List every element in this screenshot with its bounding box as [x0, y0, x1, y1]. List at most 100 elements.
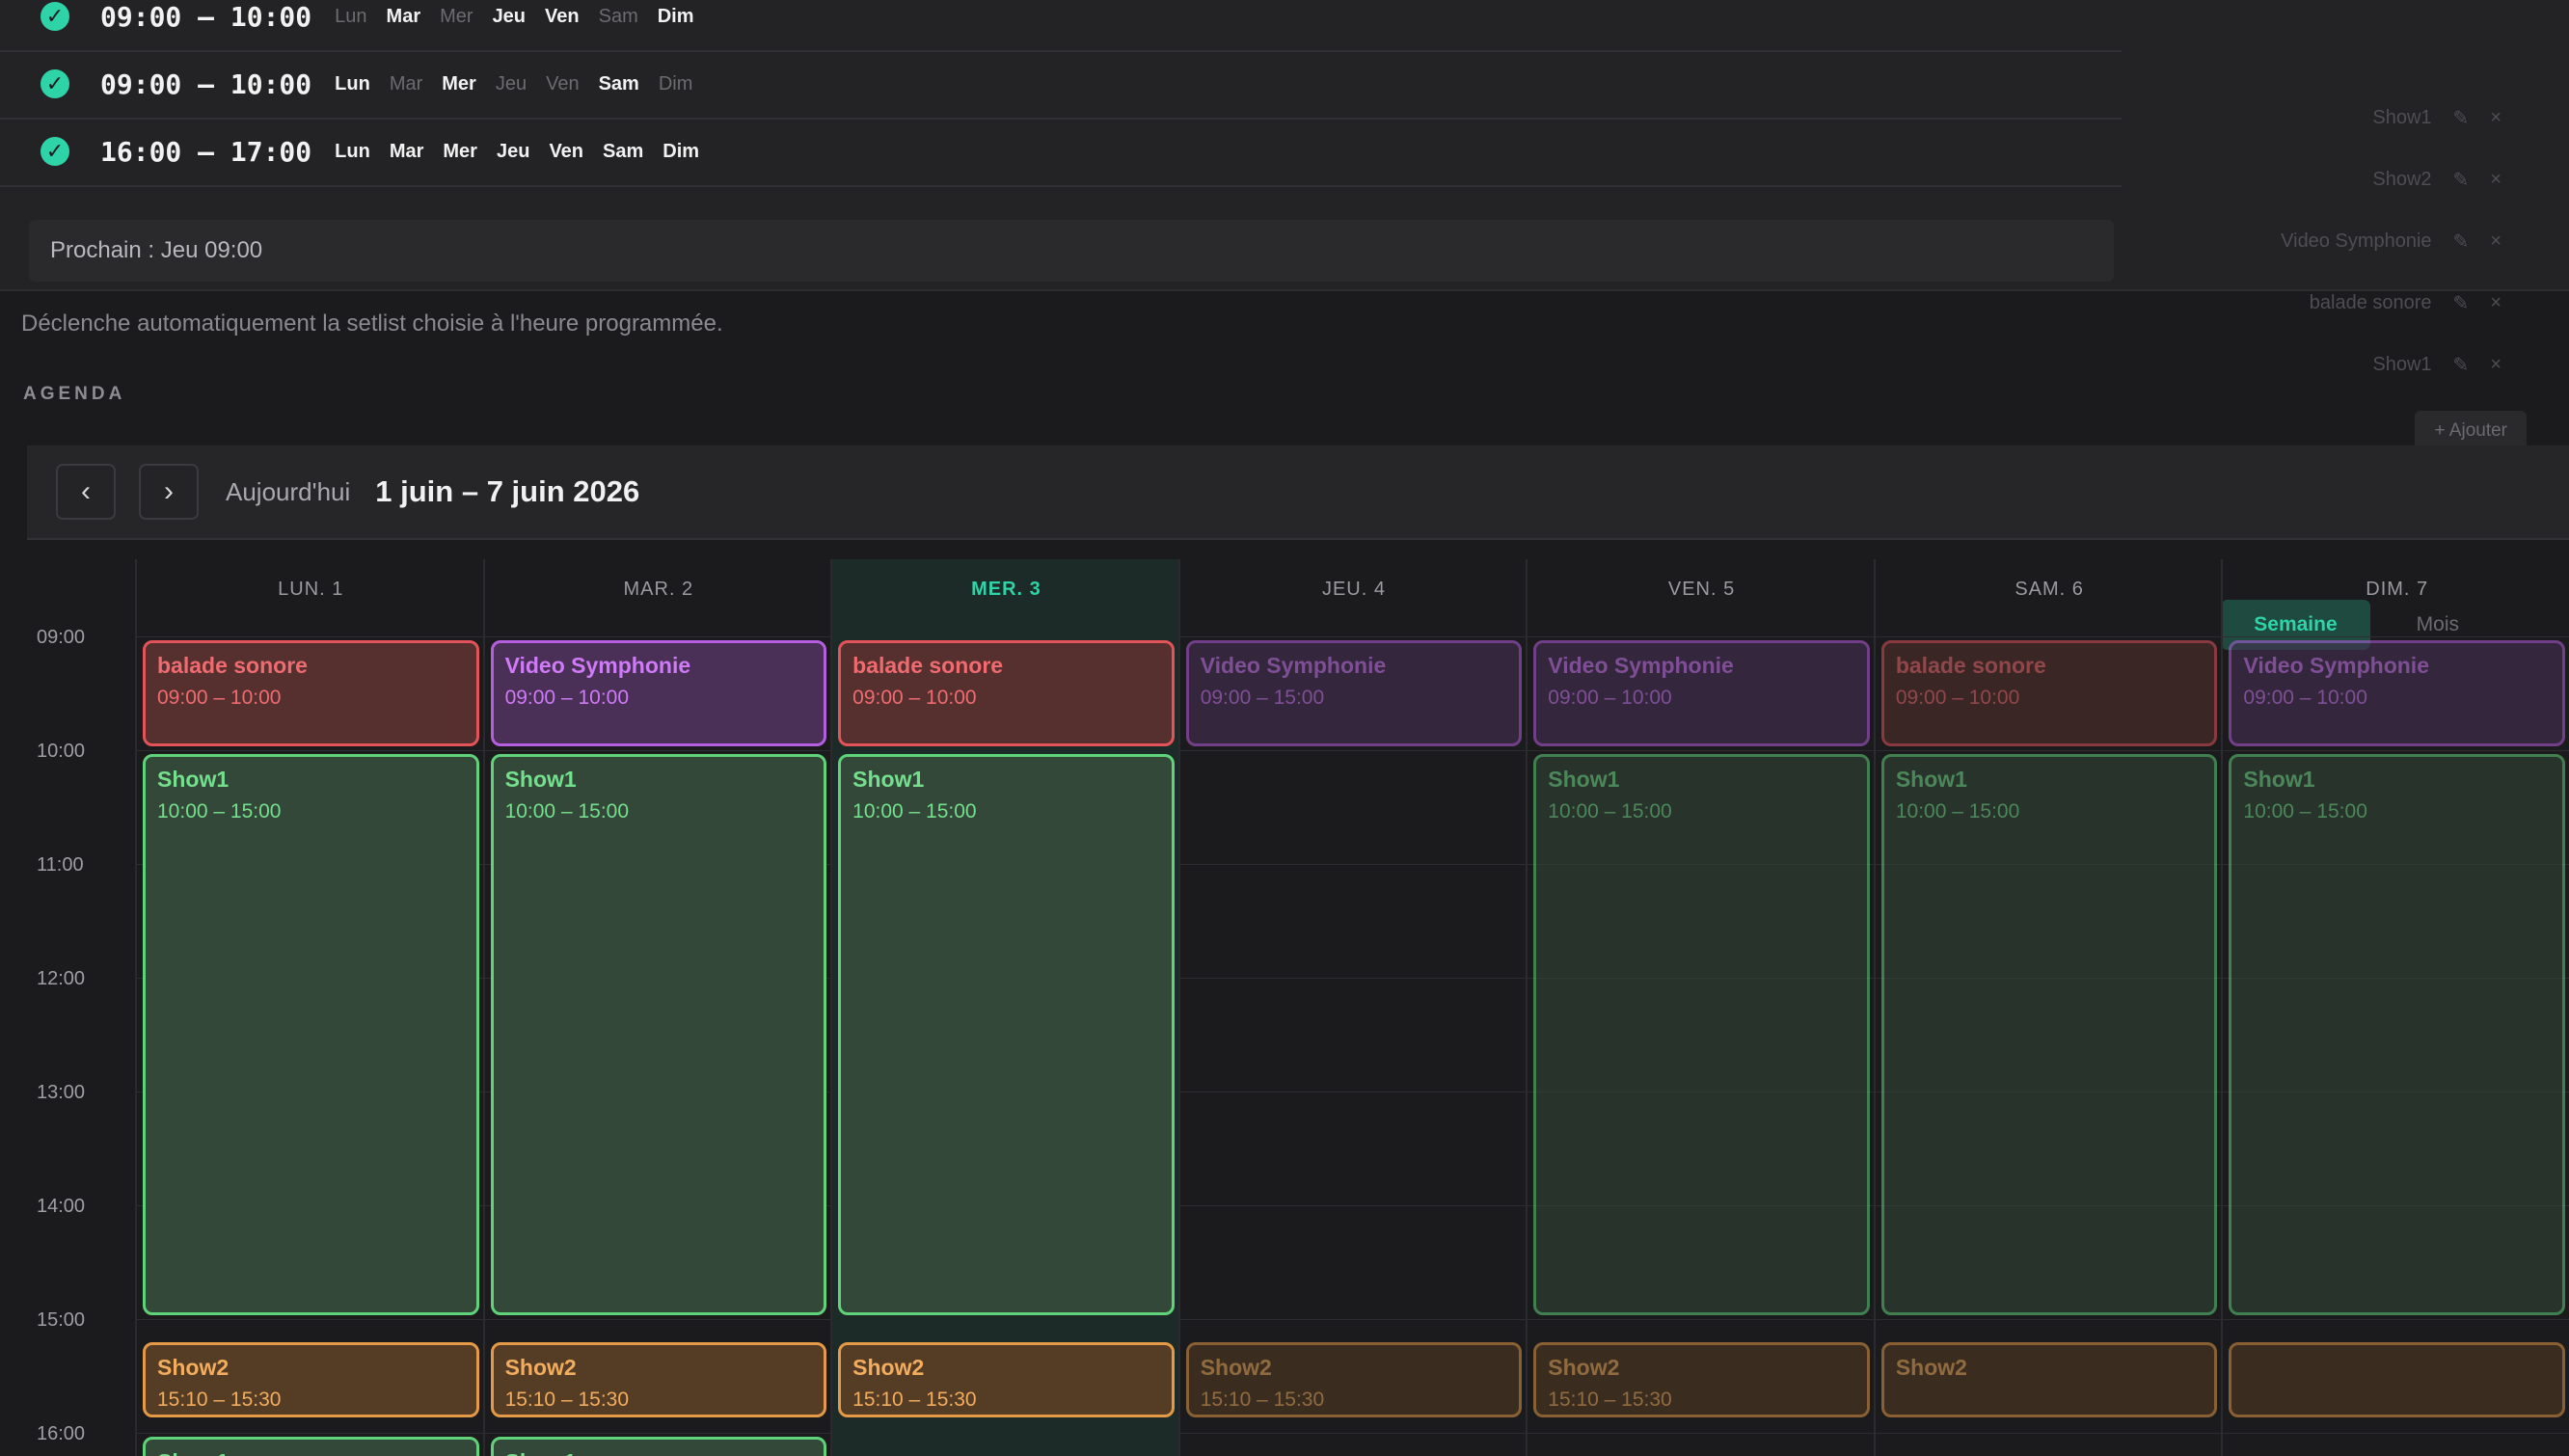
calendar-event[interactable]: Show1 — [490, 1437, 827, 1456]
rule-day[interactable]: Mer — [443, 141, 477, 163]
pencil-icon[interactable]: ✎ — [2453, 168, 2470, 192]
rule-day[interactable]: Sam — [599, 6, 638, 28]
calendar-event[interactable]: balade sonore 09:00 – 10:00 — [1880, 640, 2218, 746]
event-time: 15:10 – 15:30 — [1548, 1388, 1672, 1411]
rule-day[interactable]: Lun — [335, 73, 370, 95]
rule-day[interactable]: Mar — [390, 141, 424, 163]
next-trigger-label: Prochain : Jeu 09:00 — [50, 237, 263, 263]
calendar-event[interactable]: balade sonore 09:00 – 10:00 — [838, 640, 1175, 746]
next-week-button[interactable]: › — [139, 464, 199, 520]
calendar-event[interactable]: Show2 15:10 – 15:30 — [1533, 1341, 1870, 1418]
event-time: 10:00 – 15:00 — [1548, 800, 1672, 822]
calendar-event[interactable]: Video Symphonie 09:00 – 10:00 — [490, 640, 827, 746]
pencil-icon[interactable]: ✎ — [2453, 291, 2470, 315]
today-button[interactable]: Aujourd'hui — [226, 477, 350, 507]
calendar-event[interactable]: Video Symphonie 09:00 – 15:00 — [1185, 640, 1523, 746]
calendar-event[interactable]: Show1 10:00 – 15:00 — [838, 754, 1175, 1315]
day-header: MER. 3 — [971, 579, 1041, 600]
event-title: Show1 — [157, 1449, 465, 1456]
day-column: DIM. 7 Video Symphonie 09:00 – 10:00 Show1 1… — [2221, 559, 2569, 1456]
rule-day[interactable]: Jeu — [493, 6, 526, 28]
rule-day[interactable]: Dim — [663, 141, 699, 163]
close-icon[interactable]: × — [2490, 107, 2501, 129]
pencil-icon[interactable]: ✎ — [2453, 229, 2470, 254]
rule-day[interactable]: Mar — [390, 73, 422, 95]
schedule-rule[interactable]: ✓ 09:00 – 10:00 Lun Mar Mer Jeu Ven Sam Dim — [0, 50, 2122, 120]
setlist-assignment[interactable]: Video Symphonie ✎ × — [2212, 210, 2501, 272]
next-trigger: Prochain : Jeu 09:00 — [29, 220, 2114, 282]
setlist-assignment[interactable]: Show1 ✎ × — [2212, 87, 2501, 148]
event-title: Show2 — [1200, 1354, 1272, 1380]
setlist-name: Show2 — [2372, 168, 2432, 190]
event-time: 09:00 – 15:00 — [1200, 687, 1325, 709]
schedule-rule[interactable]: ✓ 09:00 – 10:00 Lun Mar Mer Jeu Ven Sam Dim — [0, 0, 2122, 52]
setlist-name: Video Symphonie — [2281, 229, 2432, 252]
close-icon[interactable]: × — [2490, 230, 2501, 253]
calendar-event[interactable]: Show2 15:10 – 15:30 — [838, 1341, 1175, 1418]
event-time: 10:00 – 15:00 — [504, 800, 630, 822]
setlist-assignment[interactable]: Show2 ✎ × — [2212, 148, 2501, 210]
rule-day[interactable]: Ven — [549, 141, 583, 163]
calendar-event[interactable]: Show1 10:00 – 15:00 — [490, 754, 827, 1315]
rule-day[interactable]: Lun — [335, 6, 366, 28]
event-time: 15:10 – 15:30 — [1200, 1388, 1325, 1411]
rule-day[interactable]: Lun — [335, 141, 370, 163]
rule-day[interactable]: Ven — [546, 73, 579, 95]
event-title: Show1 — [505, 1449, 813, 1456]
setlist-name: Show1 — [2372, 106, 2432, 128]
rule-day[interactable]: Jeu — [496, 73, 527, 95]
day-header: LUN. 1 — [278, 579, 344, 600]
rule-day[interactable]: Mar — [387, 6, 421, 28]
event-time: 09:00 – 10:00 — [1548, 687, 1672, 709]
rule-time: 09:00 – 10:00 — [100, 67, 312, 100]
scheduler-description: Déclenche automatiquement la setlist cho… — [21, 310, 723, 337]
calendar-event[interactable]: Show2 15:10 – 15:30 — [143, 1341, 479, 1418]
hour-label: 11:00 — [37, 854, 84, 876]
rule-day[interactable]: Ven — [545, 6, 580, 28]
hour-label: 09:00 — [37, 627, 86, 648]
calendar-event[interactable]: Show2 15:10 – 15:30 — [1185, 1341, 1523, 1418]
schedule-rules-panel: ✓ 09:00 – 10:00 Lun Mar Mer Jeu Ven Sam Dim ✓ 09:0… — [0, 0, 2569, 376]
setlist-assignment[interactable]: Show1 ✎ × — [2212, 334, 2501, 395]
calendar-event[interactable] — [2229, 1341, 2565, 1418]
calendar-event[interactable]: Show1 — [143, 1437, 479, 1456]
schedule-rule[interactable]: ✓ 16:00 – 17:00 Lun Mar Mer Jeu Ven Sam Dim — [0, 118, 2122, 187]
date-range-title: 1 juin – 7 juin 2026 — [375, 474, 640, 508]
day-header: MAR. 2 — [623, 579, 694, 600]
rule-day[interactable]: Mer — [440, 6, 473, 28]
prev-week-button[interactable]: ‹ — [56, 464, 116, 520]
calendar-event[interactable]: Show2 15:10 – 15:30 — [490, 1341, 827, 1418]
pencil-icon[interactable]: ✎ — [2453, 353, 2470, 377]
day-column: LUN. 1 balade sonore 09:00 – 10:00 Show1 10:… — [135, 559, 485, 1456]
rule-day[interactable]: Sam — [599, 73, 639, 95]
chevron-left-icon: ‹ — [81, 475, 91, 507]
calendar-event[interactable]: Show1 10:00 – 15:00 — [1533, 754, 1870, 1315]
calendar-event[interactable]: balade sonore 09:00 – 10:00 — [143, 640, 479, 746]
calendar-event[interactable]: Show2 — [1880, 1341, 2218, 1418]
event-time: 15:10 – 15:30 — [852, 1388, 977, 1411]
rule-day[interactable]: Dim — [658, 6, 694, 28]
event-time: 10:00 – 15:00 — [157, 800, 282, 822]
check-circle-icon[interactable]: ✓ — [41, 137, 69, 166]
rule-day[interactable]: Dim — [659, 73, 693, 95]
calendar-event[interactable]: Show1 10:00 – 15:00 — [1880, 754, 2218, 1315]
calendar-event[interactable]: Video Symphonie 09:00 – 10:00 — [2229, 640, 2565, 746]
calendar-event[interactable]: Show1 10:00 – 15:00 — [143, 754, 479, 1315]
check-circle-icon[interactable]: ✓ — [41, 2, 69, 31]
rule-day[interactable]: Sam — [603, 141, 643, 163]
setlist-assignment[interactable]: balade sonore ✎ × — [2212, 272, 2501, 334]
check-circle-icon[interactable]: ✓ — [41, 69, 69, 98]
event-title: Video Symphonie — [1200, 653, 1387, 678]
close-icon[interactable]: × — [2490, 292, 2501, 314]
close-icon[interactable]: × — [2490, 169, 2501, 191]
week-calendar-grid: 09:00 10:00 11:00 12:00 13:00 14:00 15:00 16:00… — [29, 559, 2569, 1456]
rule-day[interactable]: Mer — [442, 73, 476, 95]
rule-day[interactable]: Jeu — [497, 141, 529, 163]
close-icon[interactable]: × — [2490, 354, 2501, 376]
event-title: Show2 — [852, 1354, 925, 1380]
pencil-icon[interactable]: ✎ — [2453, 106, 2470, 130]
setlist-name: Show1 — [2372, 353, 2432, 375]
calendar-event[interactable]: Show1 10:00 – 15:00 — [2229, 754, 2565, 1315]
day-header: VEN. 5 — [1667, 579, 1736, 600]
calendar-event[interactable]: Video Symphonie 09:00 – 10:00 — [1533, 640, 1870, 746]
